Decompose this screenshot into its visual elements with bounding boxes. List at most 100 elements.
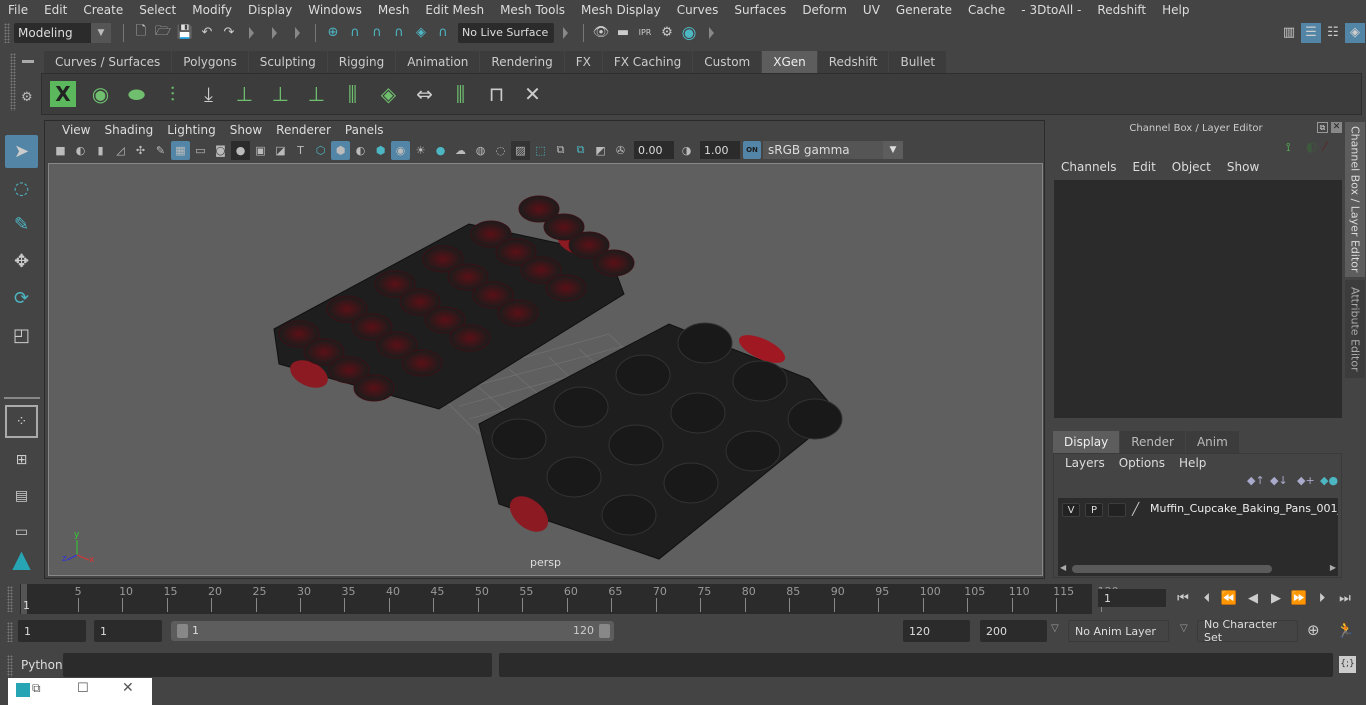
- new-layer-icon[interactable]: ◆+: [1297, 474, 1315, 487]
- preview-visible-icon[interactable]: ◉: [84, 78, 117, 111]
- render-settings-icon[interactable]: ⚙: [657, 23, 677, 43]
- collapse-arrow-icon[interactable]: [709, 26, 714, 39]
- mode-dropdown[interactable]: Modeling ▼: [14, 22, 111, 43]
- layer-menu-help[interactable]: Help: [1172, 456, 1213, 470]
- 3d-viewport[interactable]: y x z persp: [48, 163, 1043, 576]
- step-back-frame-icon[interactable]: ⏴: [1197, 588, 1217, 608]
- float-panel-icon[interactable]: ⧉: [1317, 122, 1328, 133]
- render-current-frame-icon[interactable]: ▬: [613, 23, 633, 43]
- shelf-tab-sculpting[interactable]: Sculpting: [248, 51, 327, 73]
- menu-mesh-tools[interactable]: Mesh Tools: [492, 3, 573, 17]
- playback-end-field[interactable]: 120: [903, 620, 970, 642]
- bookmark-icon[interactable]: ▮: [91, 141, 110, 160]
- channel-box-area[interactable]: [1054, 180, 1342, 418]
- command-grip[interactable]: [7, 655, 13, 677]
- menu-generate[interactable]: Generate: [888, 3, 960, 17]
- color-management-toggle[interactable]: ON: [743, 141, 761, 159]
- rotate-tool-icon[interactable]: ⟳: [5, 282, 38, 315]
- side-tab-channel-box[interactable]: Channel Box / Layer Editor: [1345, 122, 1365, 277]
- channel-box-toggle-icon[interactable]: ◈: [1345, 22, 1365, 43]
- camera-attributes-icon[interactable]: ◐: [71, 141, 90, 160]
- layer-tab-render[interactable]: Render: [1120, 431, 1185, 453]
- maximize-icon[interactable]: ☐: [77, 681, 89, 696]
- tool-settings-icon[interactable]: ☷: [1323, 23, 1343, 43]
- place-guides-icon[interactable]: ⤓: [192, 78, 225, 111]
- shelf-tab-rendering[interactable]: Rendering: [480, 51, 564, 73]
- select-guides-icon[interactable]: ⫼: [444, 78, 477, 111]
- exposure-icon[interactable]: ✇: [611, 141, 630, 160]
- auto-key-icon[interactable]: ⊕: [1307, 621, 1320, 639]
- four-view-layout-icon[interactable]: ⊞: [5, 443, 38, 476]
- shelf-tab-rigging[interactable]: Rigging: [327, 51, 396, 73]
- step-back-key-icon[interactable]: ⏪: [1219, 588, 1239, 608]
- current-frame-field[interactable]: 1: [1098, 589, 1166, 607]
- scrollbar-thumb[interactable]: [1072, 565, 1272, 573]
- gamma-icon[interactable]: ◑: [677, 141, 696, 160]
- snap-live-icon[interactable]: ◈: [411, 23, 431, 43]
- layer-menu-options[interactable]: Options: [1112, 456, 1172, 470]
- add-description-icon[interactable]: ⫶: [156, 78, 189, 111]
- character-set-dropdown[interactable]: No Character Set: [1197, 618, 1298, 644]
- play-backwards-icon[interactable]: ◀: [1243, 588, 1263, 608]
- exposure-field[interactable]: 0.00: [634, 141, 674, 159]
- live-surface-field[interactable]: No Live Surface: [458, 22, 554, 43]
- ipr-render-icon[interactable]: IPR: [635, 23, 655, 43]
- menu-edit[interactable]: Edit: [36, 3, 75, 17]
- close-icon[interactable]: ✕: [122, 680, 134, 696]
- collapse-arrow-icon[interactable]: [295, 26, 300, 39]
- layer-display-type-toggle[interactable]: [1108, 503, 1126, 517]
- scroll-right-icon[interactable]: ▶: [1330, 563, 1336, 572]
- paint-select-tool-icon[interactable]: ✎: [5, 208, 38, 241]
- go-to-end-icon[interactable]: ⏭: [1335, 588, 1355, 608]
- shadows-icon[interactable]: ●: [431, 141, 450, 160]
- menu-edit-mesh[interactable]: Edit Mesh: [417, 3, 492, 17]
- status-line-grip[interactable]: [4, 22, 10, 43]
- animation-end-field[interactable]: 200: [980, 620, 1047, 642]
- resolution-gate-icon[interactable]: ◙: [211, 141, 230, 160]
- scroll-left-icon[interactable]: ◀: [1060, 563, 1066, 572]
- cb-menu-edit[interactable]: Edit: [1125, 160, 1164, 174]
- gate-mask-icon[interactable]: ●: [231, 140, 250, 160]
- range-slider[interactable]: 1 120: [171, 621, 614, 641]
- shelf-menu-icon[interactable]: [22, 60, 34, 63]
- close-icon[interactable]: ✕: [1331, 122, 1342, 133]
- scale-tool-icon[interactable]: ◰: [5, 319, 38, 352]
- step-forward-key-icon[interactable]: ⏩: [1289, 588, 1309, 608]
- menu-select[interactable]: Select: [131, 3, 184, 17]
- shelf-tab-animation[interactable]: Animation: [396, 51, 480, 73]
- shelf-tab-curves-surfaces[interactable]: Curves / Surfaces: [44, 51, 172, 73]
- xray-joints-icon[interactable]: ⧉: [571, 141, 590, 160]
- shelf-tab-fx[interactable]: FX: [564, 51, 602, 73]
- guide-split-icon[interactable]: ⫼: [336, 78, 369, 111]
- grid-toggle-icon[interactable]: ▦: [171, 140, 190, 160]
- move-layer-up-icon[interactable]: ◆↑: [1247, 474, 1265, 487]
- layer-playback-toggle[interactable]: P: [1085, 503, 1103, 517]
- anti-aliasing-icon[interactable]: ◌: [491, 141, 510, 160]
- 2d-pan-zoom-icon[interactable]: ✣: [131, 141, 150, 160]
- cb-menu-show[interactable]: Show: [1219, 160, 1267, 174]
- wireframe-icon[interactable]: ⬡: [311, 141, 330, 160]
- safe-action-icon[interactable]: ◪: [271, 141, 290, 160]
- save-scene-icon[interactable]: 💾: [175, 23, 195, 43]
- manipulator-axis-icon[interactable]: ⟟: [1286, 140, 1290, 155]
- shelf-tab-xgen[interactable]: XGen: [762, 51, 817, 73]
- preview-hide-icon[interactable]: ⬬: [120, 78, 153, 111]
- chevron-down-icon[interactable]: ▽: [1180, 623, 1188, 634]
- script-editor-icon[interactable]: {;}: [1339, 656, 1356, 673]
- snap-point-icon[interactable]: ∩: [367, 23, 387, 43]
- layer-color-icon[interactable]: ╱: [1132, 502, 1139, 516]
- menu-file[interactable]: File: [0, 3, 36, 17]
- menu-deform[interactable]: Deform: [794, 3, 855, 17]
- new-layer-selected-icon[interactable]: ◆●: [1320, 474, 1338, 487]
- undo-icon[interactable]: ↶: [197, 23, 217, 43]
- smooth-shade-icon[interactable]: ⬢: [331, 140, 350, 160]
- flip-guides-icon[interactable]: ⇔: [408, 78, 441, 111]
- isolate-select-icon[interactable]: ⬚: [531, 141, 550, 160]
- collapse-arrow-icon[interactable]: [563, 26, 568, 39]
- field-chart-icon[interactable]: ▣: [251, 141, 270, 160]
- select-tool-icon[interactable]: ➤: [5, 135, 38, 168]
- timeline-grip[interactable]: [7, 586, 13, 612]
- grease-pencil-icon[interactable]: ✎: [151, 141, 170, 160]
- menu-display[interactable]: Display: [240, 3, 300, 17]
- menu-help[interactable]: Help: [1154, 3, 1197, 17]
